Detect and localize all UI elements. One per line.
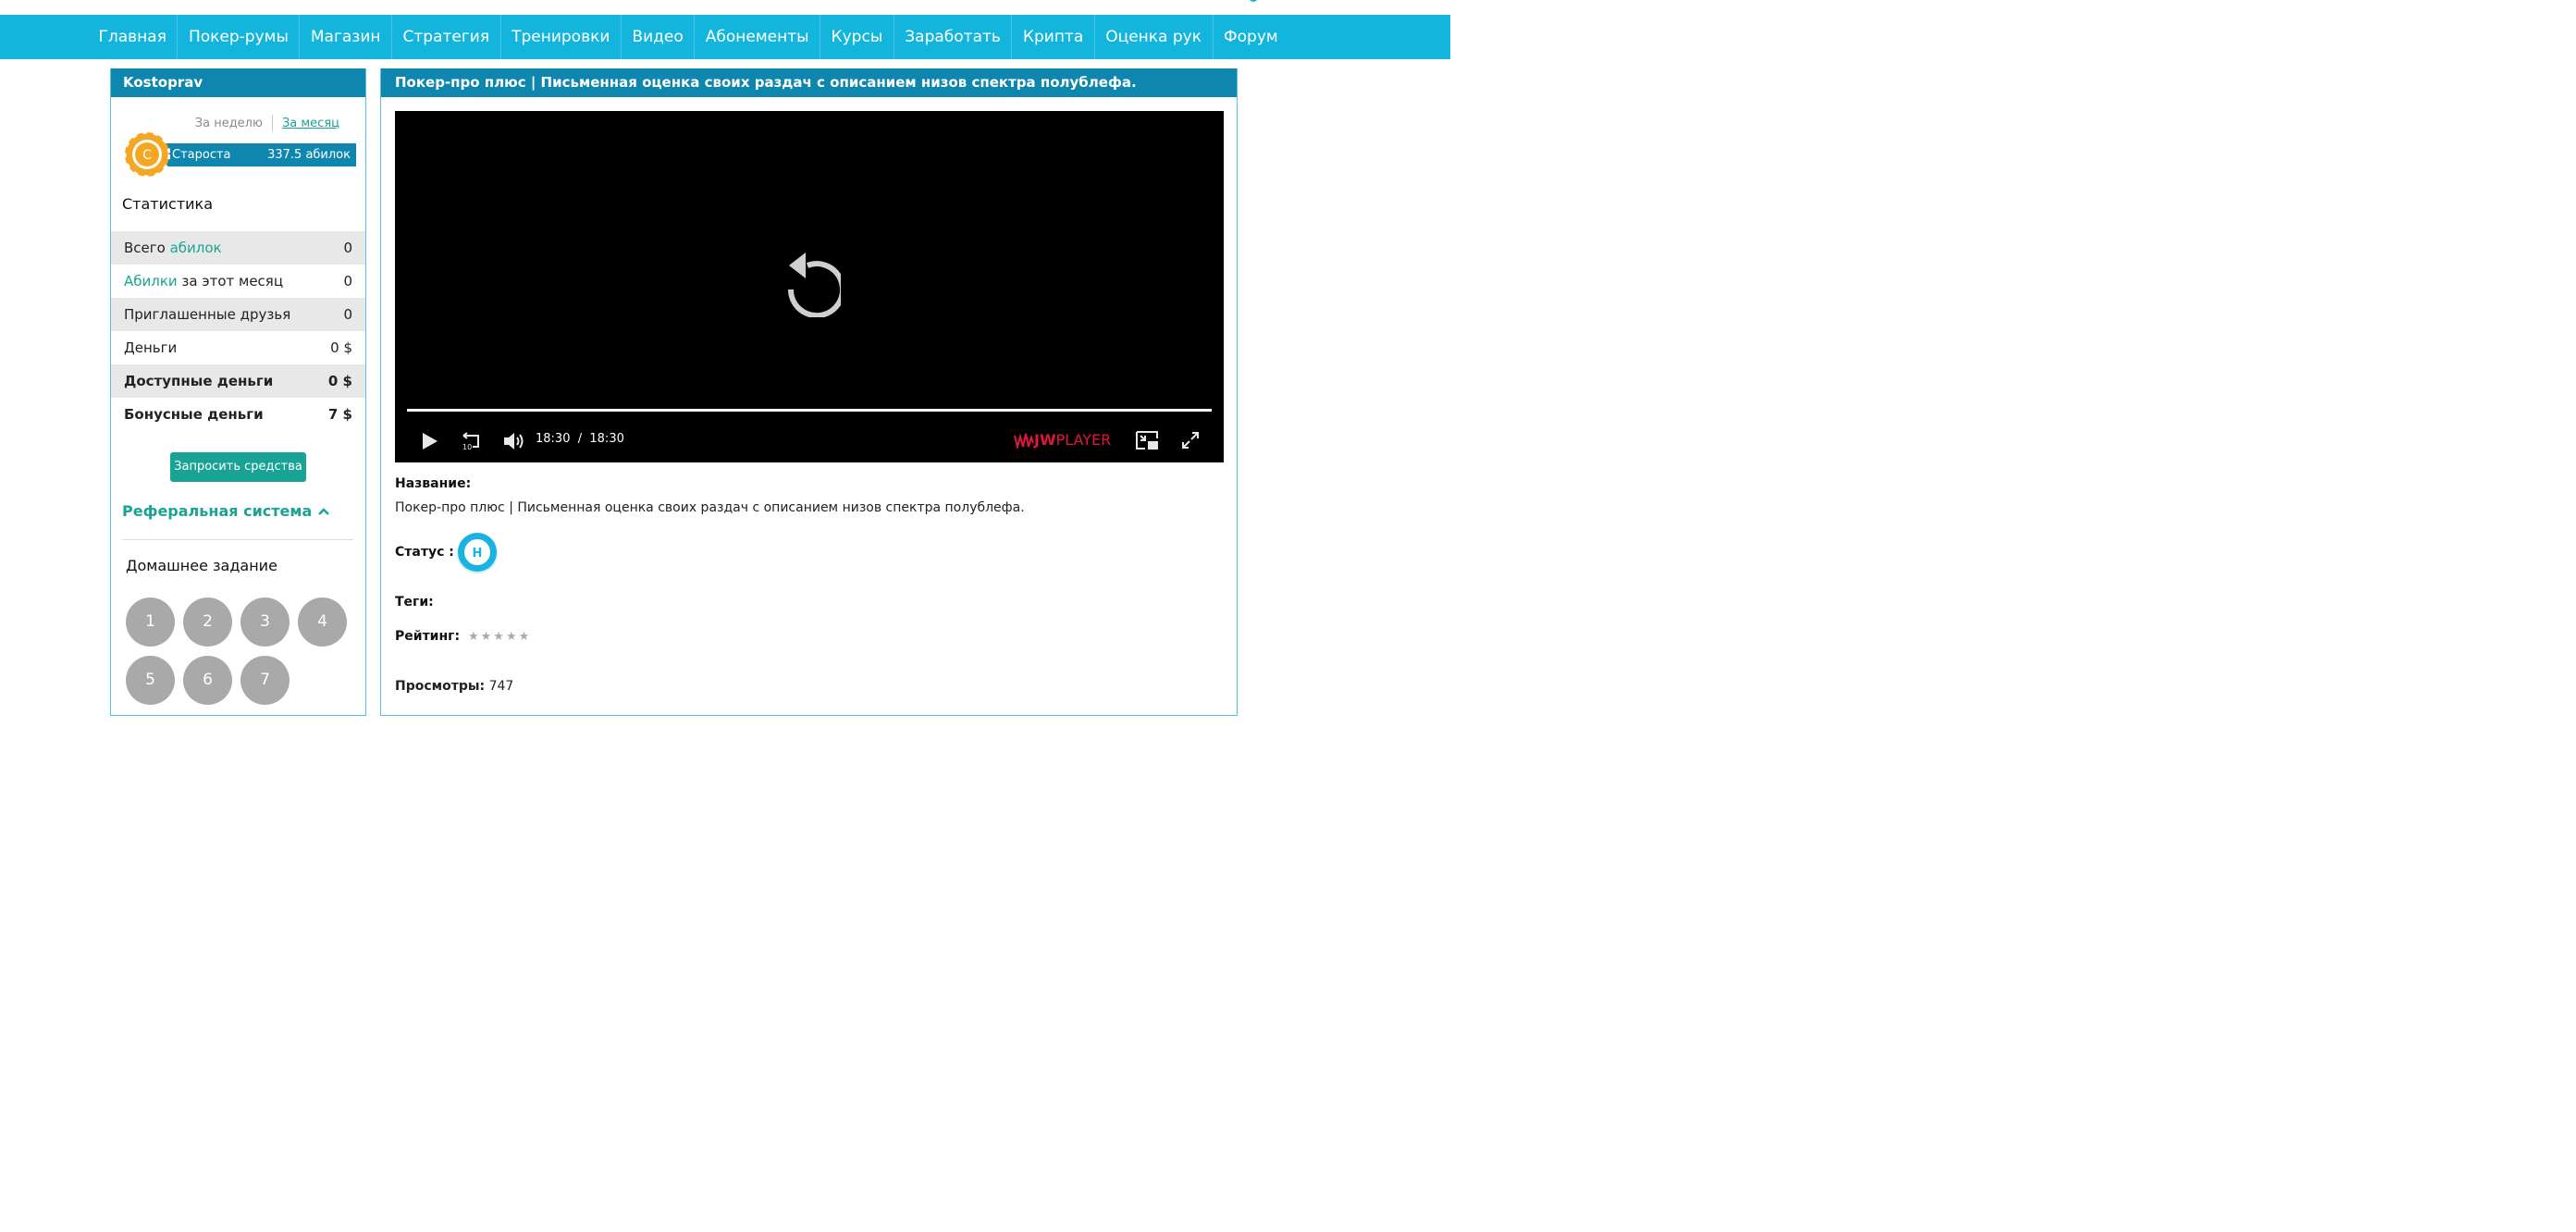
stat-row-available-money: Доступные деньги 0 $ (111, 364, 365, 398)
name-value: Покер-про плюс | Письменная оценка своих… (395, 500, 1025, 515)
homework-item-6[interactable]: 6 (183, 656, 232, 705)
video-player[interactable]: 10 18:30 / 18:30 JW PLAYER (395, 111, 1224, 462)
nav-item-home[interactable]: Главная (88, 15, 179, 59)
time-current: 18:30 (536, 432, 571, 446)
stat-value: 0 (343, 273, 352, 290)
views-value: 747 (488, 679, 514, 694)
stat-value: 0 $ (327, 373, 352, 389)
request-funds-button[interactable]: Запросить средства (170, 452, 306, 482)
stat-value: 7 $ (327, 406, 352, 423)
tags-label: Теги: (395, 595, 434, 610)
name-label: Название: (395, 476, 472, 491)
rating-label: Рейтинг: (395, 629, 461, 644)
jw-brand-bold: JW (1034, 431, 1056, 449)
nav-item-crypto[interactable]: Крипта (1012, 15, 1095, 59)
stat-row-total: Всего абилок 0 (111, 231, 365, 265)
referral-toggle[interactable]: Реферальная система (122, 502, 330, 520)
stat-row-bonus-money: Бонусные деньги 7 $ (111, 398, 365, 431)
stat-row-money: Деньги 0 $ (111, 331, 365, 364)
stat-value: 0 $ (330, 339, 352, 356)
period-switch: За неделю За месяц (195, 115, 339, 131)
rank-chip-icon: C (123, 130, 171, 179)
nav-item-forum[interactable]: Форум (1214, 15, 1289, 59)
abilki-link[interactable]: абилок (170, 240, 222, 256)
main-nav: Главная Покер-румы Магазин Стратегия Тре… (0, 15, 1450, 59)
nav-item-hand-review[interactable]: Оценка рук (1095, 15, 1214, 59)
sidebar-username: Kostoprav (111, 68, 365, 97)
rank-value: 337.5 абилок (267, 148, 351, 162)
video-title: Покер-про плюс | Письменная оценка своих… (381, 68, 1237, 97)
replay-icon[interactable] (778, 245, 841, 317)
homework-item-7[interactable]: 7 (240, 656, 290, 705)
nav-item-trainings[interactable]: Тренировки (501, 15, 622, 59)
rewind-label: 10 (462, 443, 472, 451)
homework-item-1[interactable]: 1 (126, 598, 175, 647)
chevron-up-icon (318, 507, 330, 515)
time-separator: / (577, 432, 583, 446)
stats-title: Статистика (122, 195, 213, 213)
stat-label: Бонусные деньги (124, 406, 264, 423)
status-badge: Н (455, 530, 499, 574)
stat-label: Абилки за этот месяц (124, 273, 284, 290)
user-indicator[interactable] (1249, 0, 1258, 2)
abilki-link[interactable]: Абилки (124, 273, 178, 290)
nav-item-strategy[interactable]: Стратегия (392, 15, 501, 59)
nav-item-video[interactable]: Видео (622, 15, 696, 59)
progress-bar[interactable] (407, 409, 1212, 412)
user-sidebar: Kostoprav За неделю За месяц Староста 33… (110, 68, 366, 716)
homework-item-2[interactable]: 2 (183, 598, 232, 647)
stat-row-month: Абилки за этот месяц 0 (111, 265, 365, 298)
divider (122, 539, 353, 540)
stat-label: Приглашенные друзья (124, 306, 291, 323)
period-month-link[interactable]: За месяц (282, 117, 339, 130)
period-divider (271, 115, 273, 131)
nav-item-poker-rooms[interactable]: Покер-румы (178, 15, 301, 59)
status-label: Статус : (395, 545, 454, 560)
period-week-link[interactable]: За неделю (195, 117, 263, 130)
jw-wave-icon (1014, 432, 1034, 449)
stat-row-friends: Приглашенные друзья 0 (111, 298, 365, 331)
time-total: 18:30 (589, 432, 624, 446)
stat-label: Всего абилок (124, 240, 222, 256)
top-strip (0, 0, 1450, 15)
stat-label: Деньги (124, 339, 178, 356)
views-row: Просмотры: 747 (395, 679, 513, 694)
rank-name: Староста (172, 148, 231, 162)
picture-in-picture-icon[interactable] (1135, 430, 1159, 450)
jw-brand-thin: PLAYER (1055, 431, 1112, 449)
chip-letter: C (142, 148, 152, 163)
nav-item-subscriptions[interactable]: Абонементы (695, 15, 821, 59)
views-label: Просмотры: (395, 679, 486, 694)
nav-item-shop[interactable]: Магазин (300, 15, 393, 59)
play-icon[interactable] (421, 431, 439, 451)
status-letter: Н (473, 547, 483, 561)
rewind-10-icon[interactable]: 10 (460, 430, 482, 452)
video-panel: Покер-про плюс | Письменная оценка своих… (380, 68, 1238, 716)
referral-label: Реферальная система (122, 502, 313, 520)
nav-item-earn[interactable]: Заработать (894, 15, 1013, 59)
stats-list: Всего абилок 0 Абилки за этот месяц 0 Пр… (111, 231, 365, 431)
stat-value: 0 (343, 306, 352, 323)
rating-stars[interactable]: ★★★★★ (468, 630, 531, 644)
homework-item-3[interactable]: 3 (240, 598, 290, 647)
time-display: 18:30 / 18:30 (536, 432, 624, 446)
jwplayer-logo[interactable]: JW PLAYER (1014, 431, 1111, 449)
nav-item-courses[interactable]: Курсы (820, 15, 894, 59)
stat-value: 0 (343, 240, 352, 256)
fullscreen-icon[interactable] (1181, 431, 1200, 450)
homework-item-5[interactable]: 5 (126, 656, 175, 705)
volume-icon[interactable] (502, 430, 526, 452)
homework-item-4[interactable]: 4 (298, 598, 347, 647)
homework-title: Домашнее задание (126, 557, 277, 574)
stat-label: Доступные деньги (124, 373, 274, 389)
rank-bar: Староста 337.5 абилок (165, 143, 356, 166)
